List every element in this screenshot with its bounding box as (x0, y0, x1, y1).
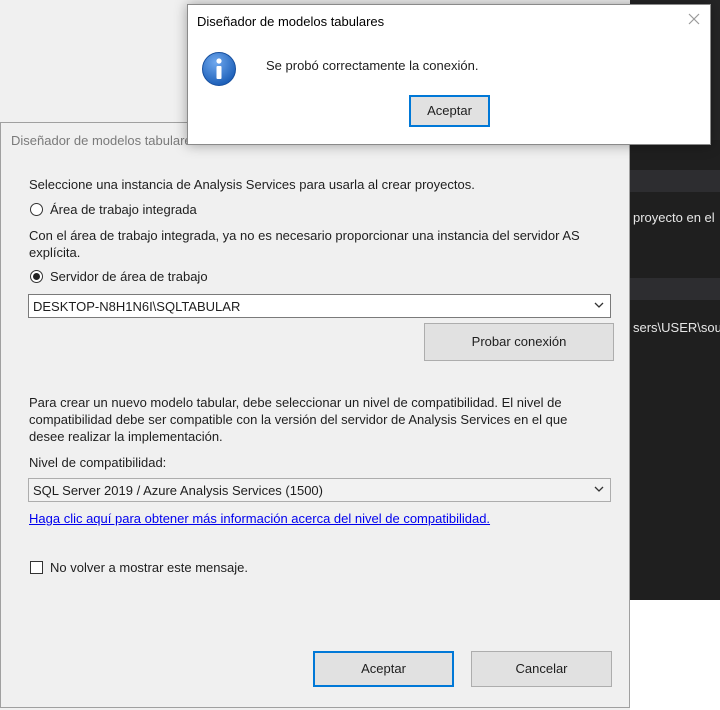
integrated-note: Con el área de trabajo integrada, ya no … (29, 228, 580, 243)
compat-note: Para crear un nuevo modelo tabular, debe… (29, 395, 562, 410)
background-area (630, 600, 720, 710)
test-connection-button[interactable]: Probar conexión (424, 323, 614, 361)
radio-server-label[interactable]: Servidor de área de trabajo (50, 269, 208, 284)
compat-level-combobox[interactable]: SQL Server 2019 / Azure Analysis Service… (28, 478, 611, 502)
message-ok-button[interactable]: Aceptar (409, 95, 490, 127)
close-icon[interactable] (686, 11, 702, 27)
server-combobox[interactable]: DESKTOP-N8H1N6I\SQLTABULAR (28, 294, 611, 318)
compat-level-value: SQL Server 2019 / Azure Analysis Service… (33, 483, 323, 498)
dont-show-checkbox[interactable] (30, 561, 43, 574)
radio-integrated-label[interactable]: Área de trabajo integrada (50, 202, 197, 217)
compat-level-label: Nivel de compatibilidad: (29, 455, 167, 470)
info-icon (202, 52, 236, 86)
background-text: proyecto en el (633, 210, 715, 225)
message-box-title: Diseñador de modelos tabulares (197, 14, 385, 29)
message-box-body: Se probó correctamente la conexión. (188, 37, 710, 144)
tabular-designer-dialog: Diseñador de modelos tabulares Seleccion… (0, 122, 630, 708)
cancel-button[interactable]: Cancelar (471, 651, 612, 687)
chevron-down-icon[interactable] (594, 298, 604, 312)
dialog-title: Diseñador de modelos tabulares (11, 133, 199, 148)
message-text: Se probó correctamente la conexión. (266, 58, 479, 73)
integrated-note: explícita. (29, 245, 81, 260)
compat-note: compatibilidad debe ser compatible con l… (29, 412, 568, 427)
radio-workspace-server[interactable] (30, 270, 43, 283)
chevron-down-icon[interactable] (594, 482, 604, 496)
background-text: sers\USER\sour (633, 320, 720, 335)
background-strip (630, 170, 720, 192)
background-strip (630, 278, 720, 300)
ok-button[interactable]: Aceptar (313, 651, 454, 687)
instance-prompt: Seleccione una instancia de Analysis Ser… (29, 177, 475, 192)
server-value: DESKTOP-N8H1N6I\SQLTABULAR (33, 299, 241, 314)
connection-message-box: Diseñador de modelos tabulares Se probó … (187, 4, 711, 145)
compat-note: desee realizar la implementación. (29, 429, 223, 444)
radio-integrated-workspace[interactable] (30, 203, 43, 216)
message-box-titlebar: Diseñador de modelos tabulares (188, 5, 710, 37)
compat-info-link[interactable]: Haga clic aquí para obtener más informac… (29, 511, 490, 526)
dont-show-label[interactable]: No volver a mostrar este mensaje. (50, 560, 248, 575)
